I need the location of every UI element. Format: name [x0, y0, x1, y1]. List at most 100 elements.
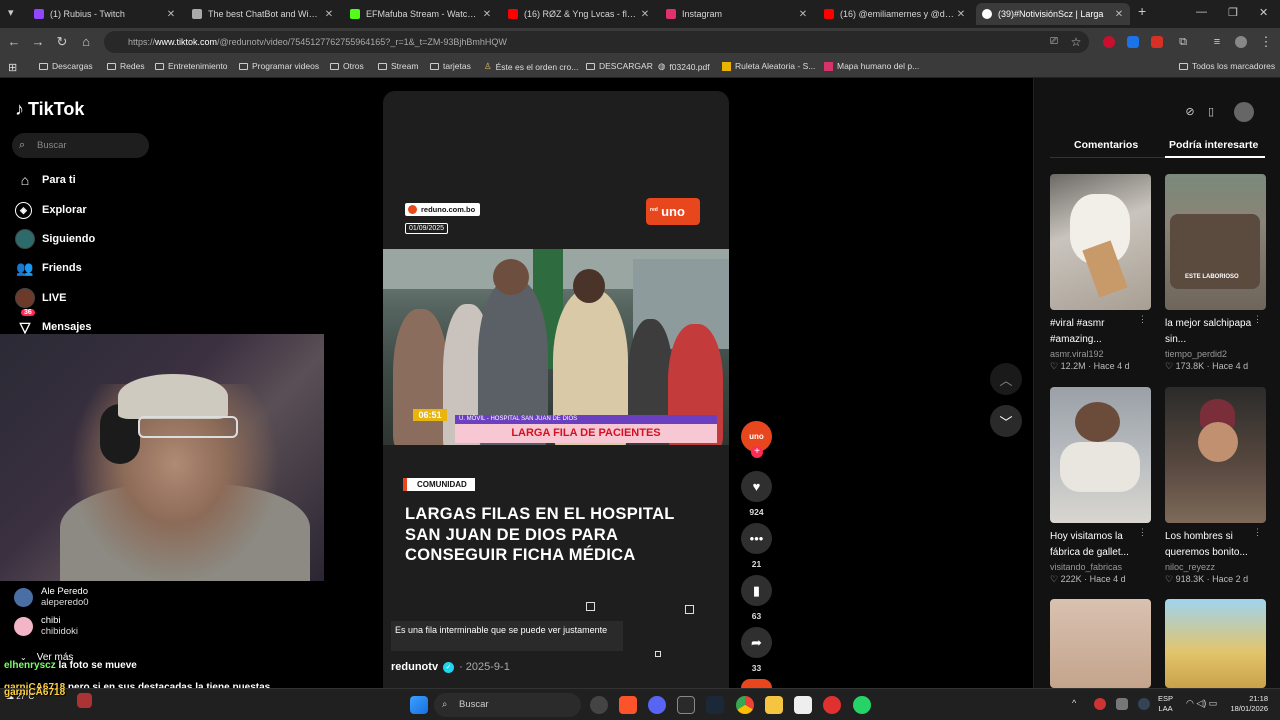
tab-comentarios[interactable]: Comentarios: [1074, 139, 1138, 151]
bookmark-folder[interactable]: Programar videos: [239, 61, 319, 71]
translate-extension-icon[interactable]: [1127, 36, 1139, 48]
bookmark-folder[interactable]: DESCARGAR: [586, 61, 653, 71]
maximize-icon[interactable]: ❐: [1228, 6, 1238, 19]
bookmark-star-icon[interactable]: ☆: [1068, 34, 1084, 50]
nav-item-friends[interactable]: 👥 Friends: [15, 258, 81, 278]
share-button[interactable]: ➦: [741, 627, 772, 658]
suggested-video-card[interactable]: Hoy visitamos la fábrica de gallet... ⋮ …: [1050, 387, 1151, 585]
reload-icon[interactable]: ↻: [54, 34, 70, 50]
url-bar[interactable]: https://www.tiktok.com/@redunotv/video/7…: [104, 31, 1089, 53]
like-button[interactable]: ♥: [741, 471, 772, 502]
search-input[interactable]: ⌕ Buscar: [12, 133, 149, 158]
tray-chevron-up-icon[interactable]: ^: [1072, 698, 1084, 710]
bookmark-folder[interactable]: tarjetas: [430, 61, 471, 71]
all-bookmarks-folder[interactable]: Todos los marcadores: [1179, 61, 1275, 71]
bookmark-folder[interactable]: Entretenimiento: [155, 61, 228, 71]
app-icon[interactable]: [823, 696, 841, 714]
close-icon[interactable]: ✕: [480, 9, 494, 20]
nav-item-siguiendo[interactable]: Siguiendo: [15, 229, 95, 249]
tiktok-logo[interactable]: ♪ TikTok: [15, 99, 84, 120]
follow-plus-icon[interactable]: +: [751, 446, 763, 458]
chrome-icon[interactable]: [736, 696, 754, 714]
close-window-icon[interactable]: ✕: [1259, 6, 1268, 19]
browser-tab[interactable]: Instagram ✕: [660, 3, 814, 25]
bookmark-link[interactable]: Mapa humano del p...: [824, 61, 919, 71]
save-button[interactable]: ▮: [741, 575, 772, 606]
bookmark-link[interactable]: ♙ Éste es el orden cro...: [484, 61, 578, 72]
suggested-video-card[interactable]: Los hombres si queremos bonito... ⋮ nilo…: [1165, 387, 1266, 585]
windows-start-icon[interactable]: [410, 696, 428, 714]
apps-grid-icon[interactable]: ⊞: [8, 61, 17, 74]
bookmark-folder[interactable]: Otros: [330, 61, 364, 71]
home-icon[interactable]: ⌂: [78, 34, 94, 50]
close-icon[interactable]: ✕: [954, 9, 968, 20]
profile-avatar-icon[interactable]: [1235, 36, 1247, 48]
app-icon[interactable]: [794, 696, 812, 714]
bookmark-folder[interactable]: Stream: [378, 61, 418, 71]
brave-icon[interactable]: [619, 696, 637, 714]
browser-tab[interactable]: (16) @emiliamernes y @duki e ✕: [818, 3, 972, 25]
more-options-icon[interactable]: ⋮: [1253, 314, 1262, 325]
video-author[interactable]: redunotv ✓ · 2025-9-1: [391, 661, 510, 673]
nav-item-para-ti[interactable]: ⌂ Para ti: [15, 170, 76, 190]
menu-kebab-icon[interactable]: ⋮: [1258, 34, 1274, 50]
music-disc-button[interactable]: [741, 679, 772, 688]
more-options-icon[interactable]: ⋮: [1138, 527, 1147, 538]
suggested-video-card[interactable]: #viral #asmr #amazing... ⋮ asmr.viral192…: [1050, 174, 1151, 372]
discord-icon[interactable]: [648, 696, 666, 714]
extension-icon[interactable]: [1151, 36, 1163, 48]
language-indicator[interactable]: ESP LAA: [1158, 694, 1173, 714]
browser-tab[interactable]: (1) Rubius - Twitch ✕: [28, 3, 182, 25]
following-account[interactable]: chibi chibidoki: [14, 615, 78, 637]
browser-tab[interactable]: EFMafuba Stream - Watch Live ✕: [344, 3, 498, 25]
media-icon[interactable]: ≡: [1209, 34, 1225, 50]
phone-icon[interactable]: ▯: [1203, 104, 1219, 120]
minimize-icon[interactable]: —: [1196, 6, 1207, 18]
browser-tab[interactable]: (16) RØZ & Yng Lvcas - flashes ✕: [502, 3, 656, 25]
suggested-video-card[interactable]: [1165, 599, 1266, 688]
bookmark-folder[interactable]: Descargas: [39, 61, 93, 71]
comment-button[interactable]: •••: [741, 523, 772, 554]
tray-app-icon[interactable]: [1116, 698, 1128, 710]
back-icon[interactable]: ←: [6, 34, 22, 50]
video-player[interactable]: reduno.com.bo 01/09/2025 red uno 06:51 U.…: [383, 91, 729, 688]
whatsapp-icon[interactable]: [853, 696, 871, 714]
nav-item-explorar[interactable]: ◈ Explorar: [15, 200, 87, 220]
suggested-video-card[interactable]: [1050, 599, 1151, 688]
app-icon[interactable]: [590, 696, 608, 714]
tray-app-icon[interactable]: [1138, 698, 1150, 710]
forward-icon[interactable]: →: [30, 34, 46, 50]
profile-avatar[interactable]: [1234, 102, 1254, 122]
bookmark-link[interactable]: Ruleta Aleatoria - S...: [722, 61, 815, 71]
following-account[interactable]: Ale Peredo aleperedo0: [14, 586, 89, 608]
more-options-icon[interactable]: ⋮: [1138, 314, 1147, 325]
steam-icon[interactable]: [706, 696, 724, 714]
bookmark-folder[interactable]: Redes: [107, 61, 145, 71]
tray-app-icon[interactable]: [1094, 698, 1106, 710]
previous-video-button[interactable]: ︿: [990, 363, 1022, 395]
taskbar-search[interactable]: ⌕ Buscar: [434, 693, 581, 717]
close-icon[interactable]: ✕: [796, 9, 810, 20]
tab-podria-interesarte[interactable]: Podría interesarte: [1169, 139, 1258, 151]
suggested-video-card[interactable]: ESTE LABORIOSO la mejor salchipapa sin..…: [1165, 174, 1266, 372]
file-explorer-icon[interactable]: [765, 696, 783, 714]
close-icon[interactable]: ✕: [1112, 9, 1126, 20]
extensions-puzzle-icon[interactable]: ⧉: [1175, 34, 1191, 50]
network-volume-battery-icons[interactable]: ◠ ◁) ▭: [1186, 698, 1226, 710]
epic-games-icon[interactable]: [677, 696, 695, 714]
browser-tab[interactable]: The best ChatBot and Widgets ✕: [186, 3, 340, 25]
close-icon[interactable]: ✕: [322, 9, 336, 20]
compass-icon[interactable]: ⊘: [1182, 104, 1198, 120]
browser-tab-active[interactable]: (39)#NotivisiónScz | Larga ✕: [976, 3, 1130, 25]
taskbar-clock[interactable]: 21:18 18/01/2026: [1222, 694, 1268, 714]
cast-icon[interactable]: ⎚: [1046, 34, 1062, 50]
nav-item-live[interactable]: LIVE: [15, 288, 66, 308]
tab-search-icon[interactable]: ▾: [8, 6, 14, 19]
new-tab-icon[interactable]: +: [1138, 3, 1146, 19]
extension-icon[interactable]: [1103, 36, 1115, 48]
close-icon[interactable]: ✕: [638, 9, 652, 20]
next-video-button[interactable]: ﹀: [990, 405, 1022, 437]
more-options-icon[interactable]: ⋮: [1253, 527, 1262, 538]
bookmark-link[interactable]: ◍ f03240.pdf: [658, 61, 710, 72]
close-icon[interactable]: ✕: [164, 9, 178, 20]
